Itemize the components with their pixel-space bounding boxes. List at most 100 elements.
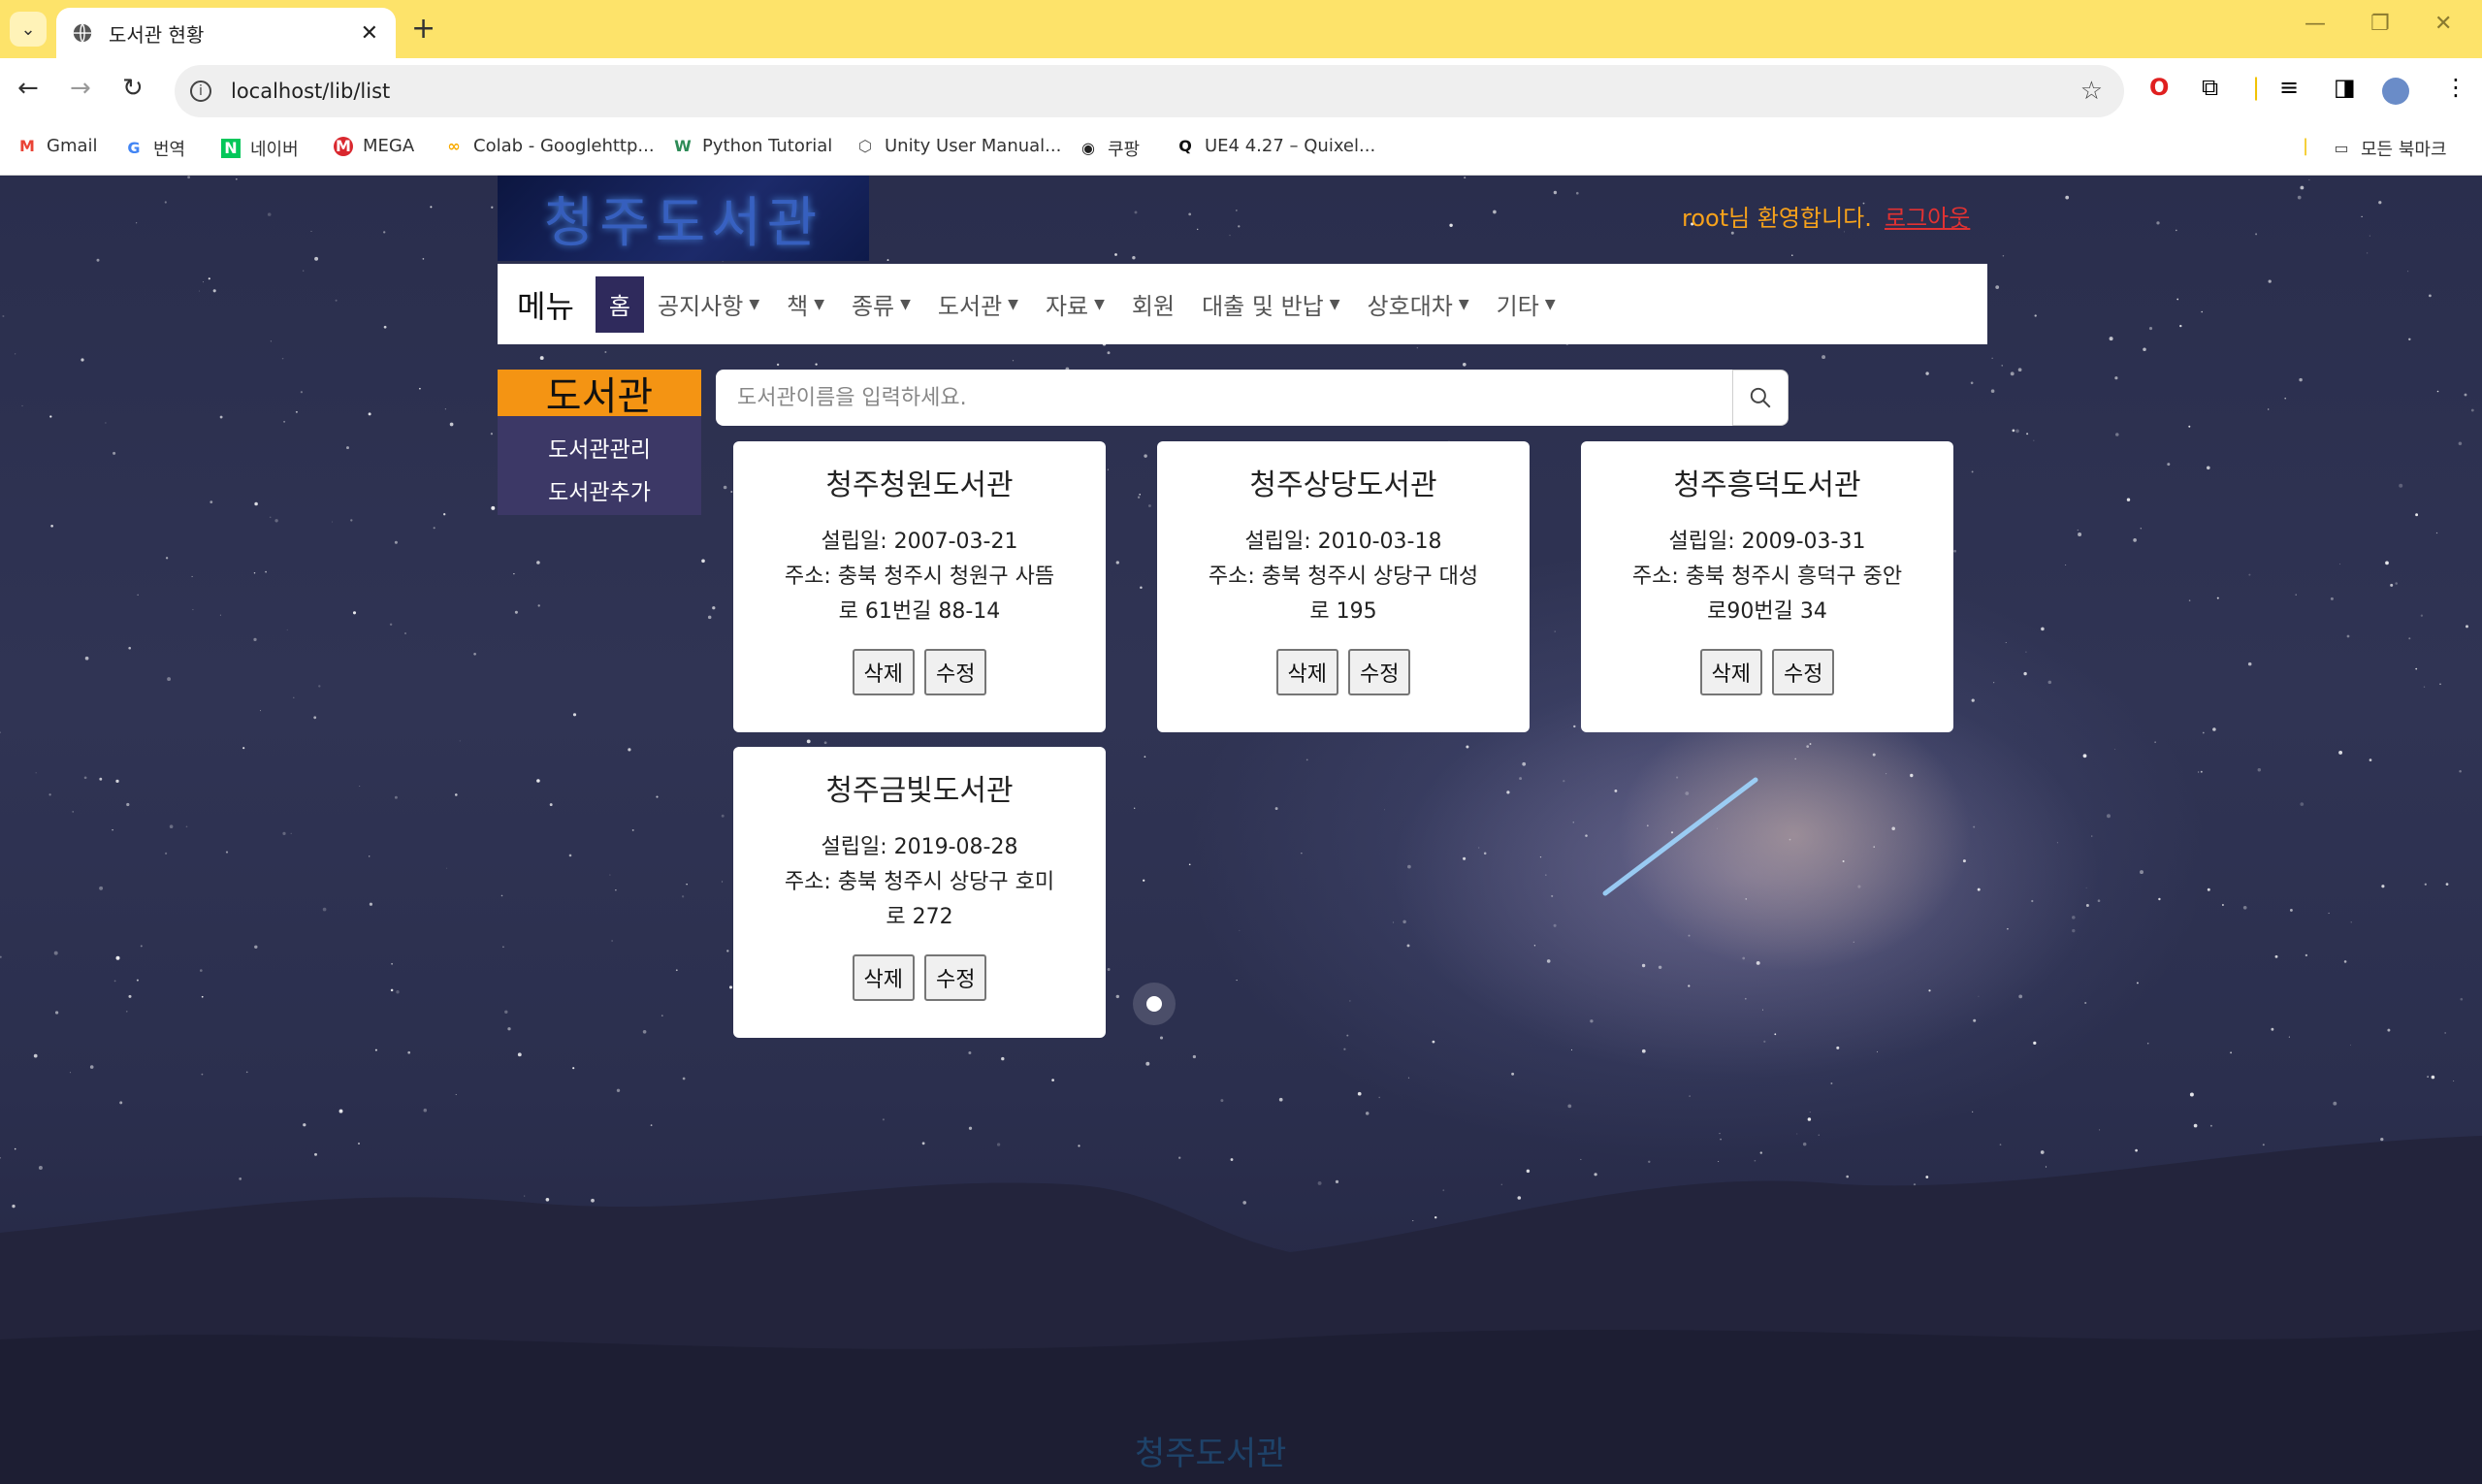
gmail-icon: M <box>19 136 35 155</box>
restore-icon[interactable]: ❐ <box>2370 12 2390 36</box>
nav-loans[interactable]: 대출 및 반납 ▼ <box>1202 287 1339 321</box>
bookmark-star-icon[interactable]: ☆ <box>2080 77 2103 106</box>
sidebar-item-library-manage[interactable]: 도서관관리 <box>498 426 701 468</box>
welcome-message: root님 환영합니다. <box>1682 205 1872 232</box>
search-button[interactable] <box>1732 370 1789 426</box>
more-menu-icon[interactable]: ⋮ <box>2444 74 2467 101</box>
bookmark-gmail[interactable]: M Gmail <box>17 136 97 156</box>
footer-text: 청주도서관 <box>1135 1435 1287 1473</box>
bookmark-python-tutorial[interactable]: W Python Tutorial <box>673 136 832 156</box>
globe-icon <box>73 23 92 43</box>
dropdown-caret-icon: ▼ <box>1008 296 1018 312</box>
reload-icon[interactable]: ↻ <box>122 74 144 103</box>
edit-button[interactable]: 수정 <box>924 954 987 1001</box>
bookmark-mega[interactable]: M MEGA <box>334 136 414 156</box>
library-established: 설립일: 2007-03-21 <box>821 530 1018 554</box>
new-tab-button[interactable]: + <box>411 12 435 46</box>
library-card: 청주상당도서관 설립일: 2010-03-18 주소: 충북 청주시 상당구 대… <box>1157 441 1530 732</box>
opera-extension-icon[interactable]: O <box>2149 74 2169 101</box>
bookmark-colab[interactable]: ∞ Colab - Googlehttp... <box>444 136 654 156</box>
library-established: 설립일: 2009-03-31 <box>1668 530 1866 554</box>
nav-notices[interactable]: 공지사항 ▼ <box>658 287 759 321</box>
browser-toolbar: ← → ↻ i localhost/lib/list ☆ O ⧉ | ≡ ◨ ⋮ <box>0 58 2482 124</box>
search-input[interactable] <box>735 384 1709 411</box>
bookmark-unity[interactable]: ⬡ Unity User Manual... <box>855 136 1061 156</box>
search-icon <box>1750 387 1771 408</box>
library-card: 청주금빛도서관 설립일: 2019-08-28 주소: 충북 청주시 상당구 호… <box>733 747 1106 1038</box>
translate-icon: G <box>127 139 141 157</box>
library-established: 설립일: 2019-08-28 <box>821 835 1018 859</box>
edit-button[interactable]: 수정 <box>1772 649 1835 695</box>
back-icon[interactable]: ← <box>17 74 39 103</box>
sidebar-title: 도서관 <box>498 370 701 419</box>
bookmark-naver[interactable]: N 네이버 <box>221 136 299 161</box>
bookmark-quixel[interactable]: Q UE4 4.27 – Quixel... <box>1176 136 1375 156</box>
edit-button[interactable]: 수정 <box>924 649 987 695</box>
profile-avatar[interactable] <box>2382 78 2409 105</box>
library-name: 청주상당도서관 <box>1249 468 1437 502</box>
library-address-line1: 주소: 충북 청주시 청원구 사뜸 <box>784 565 1055 589</box>
url-text[interactable]: localhost/lib/list <box>231 80 2080 103</box>
library-address-line2: 로90번길 34 <box>1707 599 1827 624</box>
extensions-icon[interactable]: ⧉ <box>2202 74 2218 101</box>
quixel-icon: Q <box>1178 136 1192 155</box>
search-box <box>716 370 1732 426</box>
dropdown-caret-icon: ▼ <box>1458 296 1469 312</box>
browser-tab-strip: ⌄ 도서관 현황 ✕ + — ❐ ✕ <box>0 0 2482 58</box>
library-address-line2: 로 61번길 88-14 <box>838 599 1001 624</box>
dropdown-caret-icon: ▼ <box>1329 296 1340 312</box>
browser-tab[interactable]: 도서관 현황 ✕ <box>56 8 396 58</box>
globe-icon: ◉ <box>1081 139 1095 157</box>
all-bookmarks-folder[interactable]: ▭ 모든 북마크 <box>2332 136 2446 161</box>
toolbar-divider: | <box>2252 74 2261 101</box>
window-close-icon[interactable]: ✕ <box>2434 12 2452 36</box>
delete-button[interactable]: 삭제 <box>1699 649 1762 695</box>
nav-interlibrary[interactable]: 상호대차 ▼ <box>1368 287 1469 321</box>
mega-icon: M <box>334 136 353 156</box>
bookmarks-divider: | <box>2303 136 2309 156</box>
delete-button[interactable]: 삭제 <box>852 954 915 1001</box>
site-logo[interactable]: 청주도서관 <box>498 176 869 261</box>
folder-icon: ▭ <box>2334 139 2349 157</box>
edit-button[interactable]: 수정 <box>1348 649 1411 695</box>
dropdown-caret-icon: ▼ <box>814 296 824 312</box>
unity-icon: ⬡ <box>858 136 872 155</box>
tab-search-button[interactable]: ⌄ <box>10 12 47 47</box>
minimize-icon[interactable]: — <box>2305 12 2326 36</box>
dropdown-caret-icon: ▼ <box>900 296 911 312</box>
sidebar: 도서관 도서관관리 도서관추가 <box>498 370 701 515</box>
close-tab-icon[interactable]: ✕ <box>361 21 378 46</box>
side-panel-icon[interactable]: ◨ <box>2334 74 2356 101</box>
chevron-down-icon: ⌄ <box>20 18 36 40</box>
logout-link[interactable]: 로그아웃 <box>1885 199 1970 233</box>
nav-types[interactable]: 종류 ▼ <box>852 287 911 321</box>
nav-books[interactable]: 책 ▼ <box>787 287 824 321</box>
sidebar-item-library-add[interactable]: 도서관추가 <box>498 468 701 511</box>
address-bar[interactable]: i localhost/lib/list ☆ <box>175 65 2124 117</box>
library-name: 청주흥덕도서관 <box>1673 468 1861 502</box>
delete-button[interactable]: 삭제 <box>852 649 915 695</box>
naver-icon: N <box>221 139 241 158</box>
nav-materials[interactable]: 자료 ▼ <box>1046 287 1105 321</box>
python-tutorial-icon: W <box>674 136 692 155</box>
library-established: 설립일: 2010-03-18 <box>1244 530 1442 554</box>
library-card: 청주흥덕도서관 설립일: 2009-03-31 주소: 충북 청주시 흥덕구 중… <box>1581 441 1953 732</box>
nav-members[interactable]: 회원 <box>1132 287 1175 321</box>
forward-icon[interactable]: → <box>70 74 91 103</box>
library-address-line2: 로 195 <box>1309 599 1377 624</box>
page-background: 청주도서관 root님 환영합니다. 로그아웃 메뉴 홈 공지사항 ▼ 책 ▼ 종류… <box>0 176 2482 1484</box>
site-info-icon[interactable]: i <box>190 81 211 102</box>
colab-icon: ∞ <box>447 136 461 155</box>
navbar-brand[interactable]: 메뉴 <box>517 282 574 327</box>
nav-home[interactable]: 홈 <box>595 275 644 333</box>
nav-libraries[interactable]: 도서관 ▼ <box>938 287 1018 321</box>
library-address-line1: 주소: 충북 청주시 상당구 호미 <box>784 870 1055 894</box>
nav-etc[interactable]: 기타 ▼ <box>1497 287 1556 321</box>
delete-button[interactable]: 삭제 <box>1275 649 1338 695</box>
bookmark-coupang[interactable]: ◉ 쿠팡 <box>1079 136 1140 161</box>
bookmark-translate[interactable]: G 번역 <box>124 136 185 161</box>
library-card: 청주청원도서관 설립일: 2007-03-21 주소: 충북 청주시 청원구 사… <box>733 441 1106 732</box>
main-navbar: 메뉴 홈 공지사항 ▼ 책 ▼ 종류 ▼ 도서관 ▼ 자료 ▼ 회원 대출 및 반납 ▼ 상… <box>498 264 1987 344</box>
media-control-icon[interactable]: ≡ <box>2279 74 2299 101</box>
dropdown-caret-icon: ▼ <box>749 296 760 312</box>
